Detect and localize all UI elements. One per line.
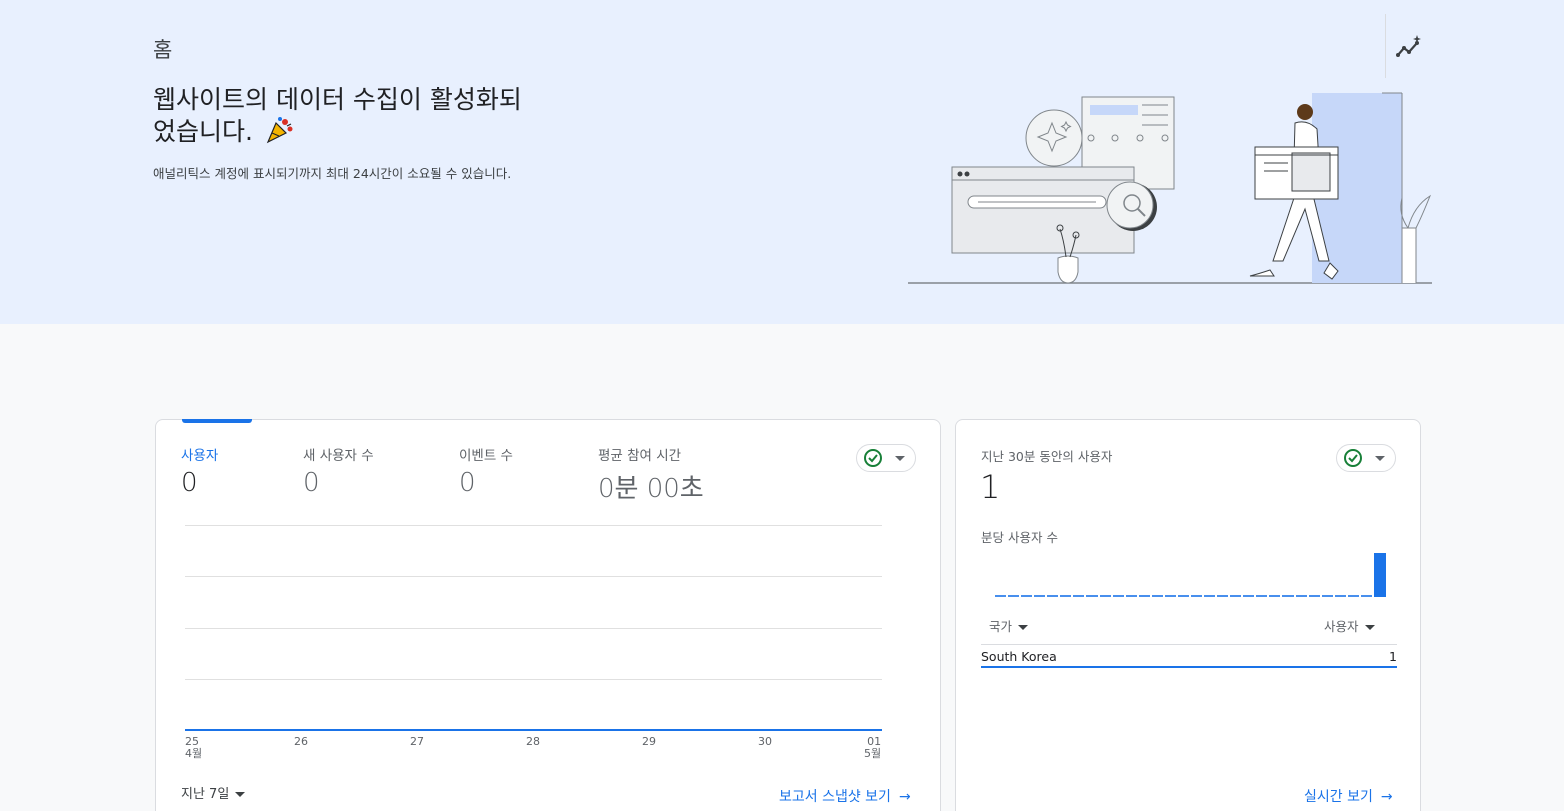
per-minute-bar	[1021, 595, 1033, 597]
per-minute-bar	[1374, 553, 1386, 597]
metric-engagement-time-label: 평균 참여 시간	[598, 448, 682, 464]
per-minute-label: 분당 사용자 수	[981, 530, 1058, 545]
insights-button[interactable]	[1392, 30, 1426, 64]
per-minute-bar	[1256, 595, 1268, 597]
caret-down-icon	[235, 792, 246, 797]
x-tick-30: 30	[758, 735, 772, 748]
per-minute-bar	[1060, 595, 1072, 597]
insights-sparkle-icon	[1396, 35, 1421, 57]
per-minute-bar	[995, 595, 1007, 597]
per-minute-bar	[1347, 595, 1359, 597]
per-minute-bar	[1282, 595, 1294, 597]
metric-events-value: 0	[459, 468, 476, 498]
chevron-down-icon	[895, 456, 905, 461]
per-minute-bar	[1034, 595, 1046, 597]
per-minute-bar	[1243, 595, 1255, 597]
per-minute-bar	[1360, 595, 1372, 597]
comparison-status-dropdown[interactable]	[856, 444, 916, 472]
per-minute-bar	[1125, 595, 1137, 597]
metric-engagement-time-value: 0분 00초	[598, 474, 704, 504]
hero-illustration	[908, 92, 1432, 284]
per-minute-bar	[1099, 595, 1111, 597]
metric-events-label: 이벤트 수	[459, 448, 513, 464]
hero-headline-line1: 웹사이트의 데이터 수집이 활성화되	[153, 85, 522, 114]
per-minute-bar	[1073, 595, 1085, 597]
per-minute-bar-chart	[994, 553, 1386, 597]
date-range-dropdown[interactable]: 지난 7일	[181, 783, 246, 802]
per-minute-bar	[1295, 595, 1307, 597]
view-report-snapshot-label: 보고서 스냅샷 보기	[779, 789, 891, 805]
realtime-users-value: 1	[980, 468, 1001, 506]
metric-new-users-value: 0	[303, 468, 320, 498]
hero-headline-line2: 었습니다.	[153, 117, 253, 146]
metric-engagement-time[interactable]: 평균 참여 시간 0분 00초	[598, 444, 704, 505]
table-row[interactable]: South Korea 1	[981, 644, 1397, 668]
page-title: 홈	[153, 38, 173, 62]
active-tab-indicator	[182, 419, 252, 423]
x-tick-28: 28	[526, 735, 540, 748]
date-range-label: 지난 7일	[181, 787, 230, 802]
divider	[1385, 14, 1386, 78]
per-minute-bar	[1164, 595, 1176, 597]
per-minute-bar	[1112, 595, 1124, 597]
column-header-country[interactable]: 국가	[989, 616, 1029, 635]
party-popper-icon	[266, 117, 293, 144]
per-minute-bar	[1334, 595, 1346, 597]
metric-users[interactable]: 사용자 0	[181, 444, 218, 498]
caret-down-icon	[1364, 625, 1375, 630]
caret-down-icon	[1018, 625, 1029, 630]
per-minute-bar	[1204, 595, 1216, 597]
x-tick-01: 01 5월	[864, 735, 882, 760]
per-minute-bar	[1138, 595, 1150, 597]
check-circle-icon	[1344, 449, 1362, 467]
view-realtime-label: 실시간 보기	[1304, 789, 1373, 805]
users-series-line	[185, 729, 882, 731]
hero-banner: 홈 웹사이트의 데이터 수집이 활성화되 었습니다. 애널리틱스 계정에 표시되…	[0, 0, 1564, 324]
metric-users-value: 0	[181, 468, 198, 498]
view-realtime-link[interactable]: 실시간 보기 →	[1304, 786, 1393, 806]
overview-card: 사용자 0 새 사용자 수 0 이벤트 수 0 평균 참여 시간 0분 00초 …	[155, 419, 941, 811]
realtime-card: 지난 30분 동안의 사용자 1 분당 사용자 수 국가 사용자 South K…	[955, 419, 1421, 811]
per-minute-bar	[1269, 595, 1281, 597]
per-minute-bar	[1047, 595, 1059, 597]
check-circle-icon	[864, 449, 882, 467]
per-minute-bar	[1177, 595, 1189, 597]
chart-gridline	[185, 525, 882, 526]
x-tick-25: 25 4월	[185, 735, 203, 760]
per-minute-bar	[1217, 595, 1229, 597]
hero-subtext: 애널리틱스 계정에 표시되기까지 최대 24시간이 소요될 수 있습니다.	[153, 166, 512, 181]
per-minute-bar	[1321, 595, 1333, 597]
metric-new-users[interactable]: 새 사용자 수 0	[303, 444, 374, 498]
per-minute-bar	[1230, 595, 1242, 597]
chart-gridline	[185, 628, 882, 629]
per-minute-bar	[1008, 595, 1020, 597]
arrow-right-icon: →	[1380, 789, 1393, 805]
chart-gridline	[185, 679, 882, 680]
x-tick-27: 27	[410, 735, 424, 748]
per-minute-bar	[1308, 595, 1320, 597]
metric-new-users-label: 새 사용자 수	[303, 448, 374, 464]
realtime-comparison-dropdown[interactable]	[1336, 444, 1396, 472]
x-tick-26: 26	[294, 735, 308, 748]
users-cell: 1	[1389, 649, 1397, 664]
view-report-snapshot-link[interactable]: 보고서 스냅샷 보기 →	[779, 786, 911, 806]
metric-users-label: 사용자	[181, 448, 219, 464]
arrow-right-icon: →	[898, 789, 911, 805]
chevron-down-icon	[1375, 456, 1385, 461]
country-cell: South Korea	[981, 649, 1057, 664]
per-minute-bar	[1086, 595, 1098, 597]
column-header-users[interactable]: 사용자	[1324, 616, 1375, 635]
column-header-country-label: 국가	[989, 619, 1013, 634]
per-minute-bar	[1191, 595, 1203, 597]
metric-events[interactable]: 이벤트 수 0	[459, 444, 513, 498]
column-header-users-label: 사용자	[1324, 619, 1359, 634]
per-minute-bar	[1151, 595, 1163, 597]
chart-gridline	[185, 576, 882, 577]
hero-headline: 웹사이트의 데이터 수집이 활성화되 었습니다.	[153, 84, 573, 148]
x-tick-29: 29	[642, 735, 656, 748]
realtime-users-label: 지난 30분 동안의 사용자	[981, 449, 1113, 464]
